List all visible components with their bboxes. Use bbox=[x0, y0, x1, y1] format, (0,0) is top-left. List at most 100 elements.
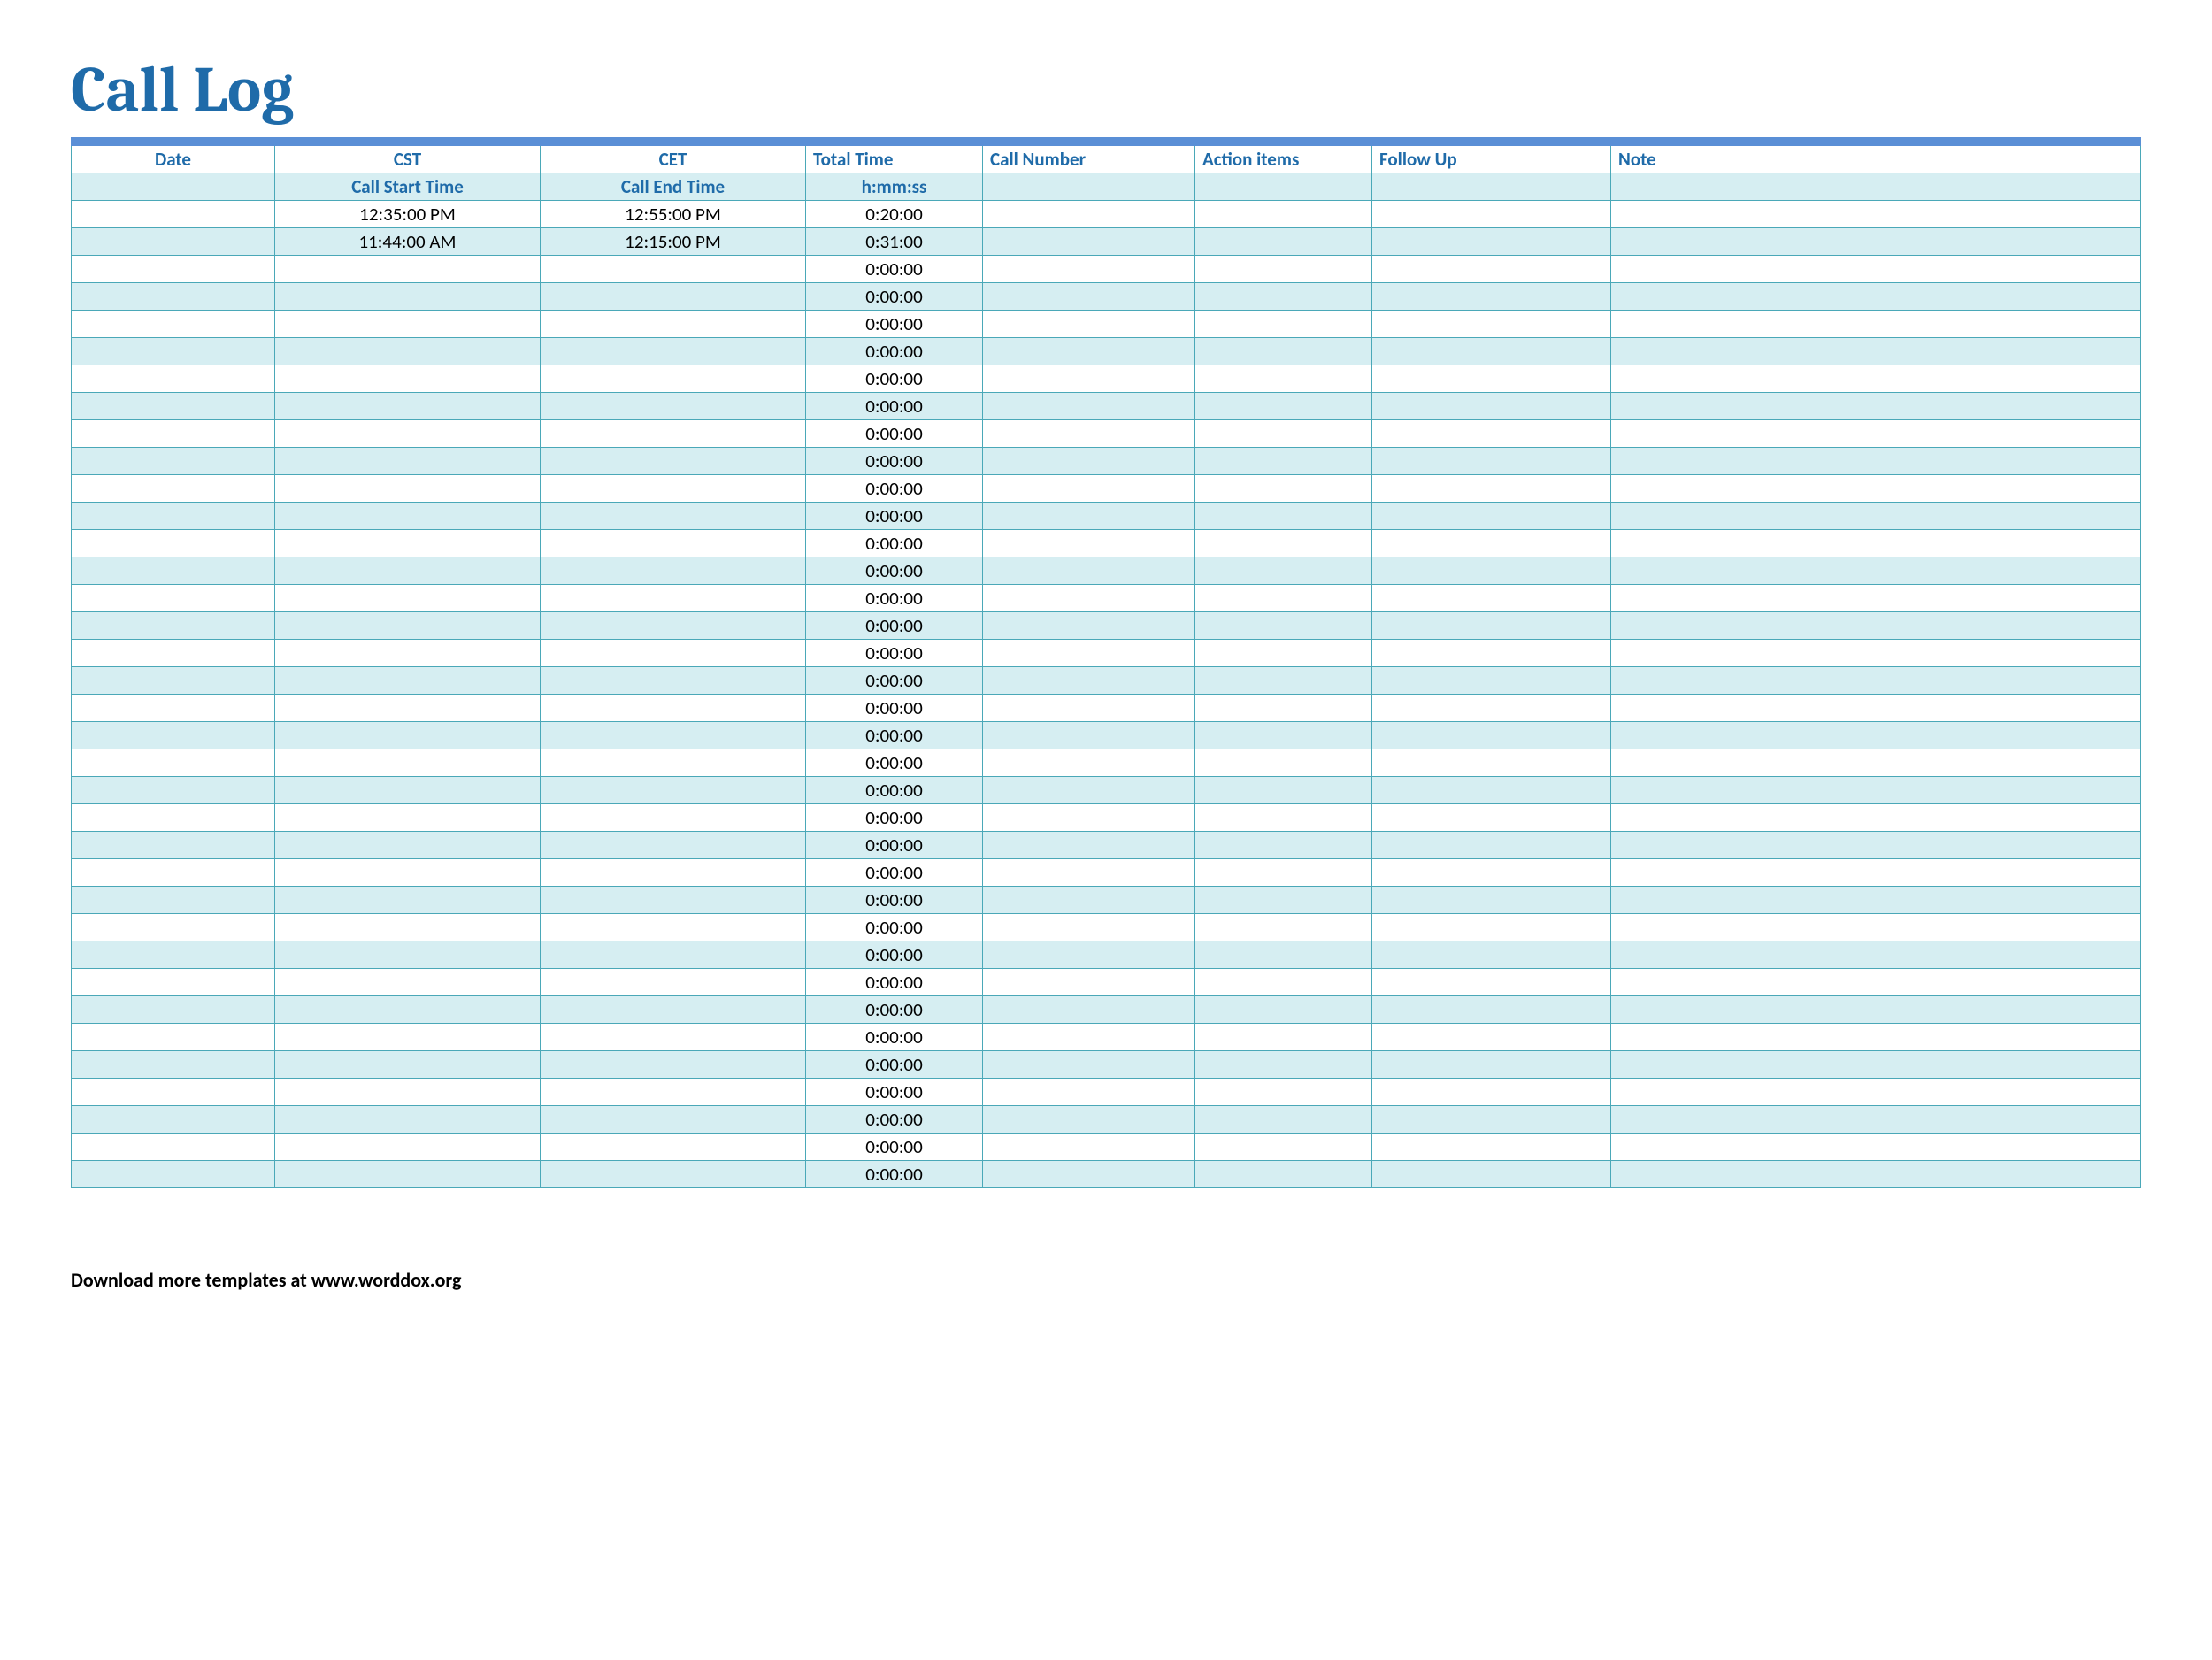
cell-cet[interactable] bbox=[541, 640, 806, 667]
cell-note[interactable] bbox=[1611, 1079, 2141, 1106]
cell-cst[interactable] bbox=[275, 914, 541, 941]
cell-cst[interactable] bbox=[275, 530, 541, 557]
cell-total[interactable]: 0:00:00 bbox=[806, 475, 983, 503]
col-note[interactable]: Note bbox=[1611, 146, 2141, 173]
cell-date[interactable] bbox=[72, 530, 275, 557]
cell-num[interactable] bbox=[983, 503, 1195, 530]
cell-act[interactable] bbox=[1195, 1024, 1372, 1051]
cell-cst[interactable] bbox=[275, 612, 541, 640]
cell-num[interactable] bbox=[983, 640, 1195, 667]
cell-num[interactable] bbox=[983, 722, 1195, 749]
cell-act[interactable] bbox=[1195, 1079, 1372, 1106]
cell-date[interactable] bbox=[72, 256, 275, 283]
cell-cst[interactable] bbox=[275, 749, 541, 777]
cell-cet[interactable] bbox=[541, 612, 806, 640]
cell-fu[interactable] bbox=[1372, 859, 1611, 887]
cell-fu[interactable] bbox=[1372, 585, 1611, 612]
cell-cet[interactable] bbox=[541, 283, 806, 311]
cell-cet[interactable] bbox=[541, 557, 806, 585]
cell-num[interactable] bbox=[983, 969, 1195, 996]
cell-fu[interactable] bbox=[1372, 365, 1611, 393]
cell-fu[interactable] bbox=[1372, 256, 1611, 283]
cell-num[interactable] bbox=[983, 530, 1195, 557]
cell-date[interactable] bbox=[72, 914, 275, 941]
cell-total[interactable]: 0:00:00 bbox=[806, 969, 983, 996]
cell-fu[interactable] bbox=[1372, 695, 1611, 722]
cell-note[interactable] bbox=[1611, 557, 2141, 585]
cell-cet[interactable] bbox=[541, 941, 806, 969]
cell-cet[interactable] bbox=[541, 585, 806, 612]
cell-act[interactable] bbox=[1195, 311, 1372, 338]
cell-cst[interactable] bbox=[275, 338, 541, 365]
cell-date[interactable] bbox=[72, 1106, 275, 1134]
cell-cet[interactable] bbox=[541, 914, 806, 941]
cell-total[interactable]: 0:00:00 bbox=[806, 1051, 983, 1079]
cell-fu[interactable] bbox=[1372, 503, 1611, 530]
cell-date[interactable] bbox=[72, 1024, 275, 1051]
cell-num[interactable] bbox=[983, 777, 1195, 804]
cell-note[interactable] bbox=[1611, 283, 2141, 311]
cell-date[interactable] bbox=[72, 283, 275, 311]
cell-act[interactable] bbox=[1195, 667, 1372, 695]
cell-total[interactable]: 0:00:00 bbox=[806, 256, 983, 283]
cell-act[interactable] bbox=[1195, 530, 1372, 557]
cell-note[interactable] bbox=[1611, 1024, 2141, 1051]
cell-fu[interactable] bbox=[1372, 749, 1611, 777]
cell-total[interactable]: 0:00:00 bbox=[806, 1161, 983, 1188]
cell-note[interactable] bbox=[1611, 749, 2141, 777]
cell-act[interactable] bbox=[1195, 722, 1372, 749]
cell-num[interactable] bbox=[983, 612, 1195, 640]
cell-act[interactable] bbox=[1195, 1106, 1372, 1134]
cell-date[interactable] bbox=[72, 475, 275, 503]
col-num[interactable]: Call Number bbox=[983, 146, 1195, 173]
cell-date[interactable] bbox=[72, 311, 275, 338]
cell-num[interactable] bbox=[983, 667, 1195, 695]
cell-total[interactable]: 0:00:00 bbox=[806, 777, 983, 804]
cell-note[interactable] bbox=[1611, 887, 2141, 914]
cell-note[interactable] bbox=[1611, 722, 2141, 749]
cell-num[interactable] bbox=[983, 804, 1195, 832]
cell-fu[interactable] bbox=[1372, 1051, 1611, 1079]
cell-cst[interactable] bbox=[275, 311, 541, 338]
cell-fu[interactable] bbox=[1372, 557, 1611, 585]
cell-act[interactable] bbox=[1195, 448, 1372, 475]
cell-cst[interactable] bbox=[275, 475, 541, 503]
cell-num[interactable] bbox=[983, 941, 1195, 969]
col-fu[interactable]: Follow Up bbox=[1372, 146, 1611, 173]
cell-cst[interactable] bbox=[275, 448, 541, 475]
cell-cst[interactable] bbox=[275, 420, 541, 448]
cell-act[interactable] bbox=[1195, 201, 1372, 228]
cell-note[interactable] bbox=[1611, 1106, 2141, 1134]
cell-date[interactable] bbox=[72, 695, 275, 722]
cell-act[interactable] bbox=[1195, 228, 1372, 256]
cell-date[interactable] bbox=[72, 585, 275, 612]
cell-total[interactable]: 0:00:00 bbox=[806, 393, 983, 420]
cell-date[interactable] bbox=[72, 1161, 275, 1188]
cell-date[interactable] bbox=[72, 393, 275, 420]
cell-cet[interactable] bbox=[541, 1079, 806, 1106]
cell-note[interactable] bbox=[1611, 969, 2141, 996]
cell-fu[interactable] bbox=[1372, 283, 1611, 311]
cell-note[interactable] bbox=[1611, 640, 2141, 667]
cell-cst[interactable] bbox=[275, 503, 541, 530]
cell-cet[interactable] bbox=[541, 832, 806, 859]
cell-fu[interactable] bbox=[1372, 914, 1611, 941]
cell-fu[interactable] bbox=[1372, 969, 1611, 996]
cell-cet[interactable] bbox=[541, 1106, 806, 1134]
cell-note[interactable] bbox=[1611, 311, 2141, 338]
cell-cst[interactable] bbox=[275, 887, 541, 914]
cell-note[interactable] bbox=[1611, 941, 2141, 969]
cell-total[interactable]: 0:20:00 bbox=[806, 201, 983, 228]
cell-date[interactable] bbox=[72, 804, 275, 832]
cell-num[interactable] bbox=[983, 448, 1195, 475]
cell-total[interactable]: 0:00:00 bbox=[806, 996, 983, 1024]
cell-fu[interactable] bbox=[1372, 887, 1611, 914]
cell-act[interactable] bbox=[1195, 941, 1372, 969]
cell-total[interactable]: 0:00:00 bbox=[806, 448, 983, 475]
cell-num[interactable] bbox=[983, 256, 1195, 283]
cell-cet[interactable] bbox=[541, 804, 806, 832]
cell-note[interactable] bbox=[1611, 612, 2141, 640]
cell-cet[interactable] bbox=[541, 1051, 806, 1079]
cell-num[interactable] bbox=[983, 1079, 1195, 1106]
cell-cet[interactable] bbox=[541, 365, 806, 393]
